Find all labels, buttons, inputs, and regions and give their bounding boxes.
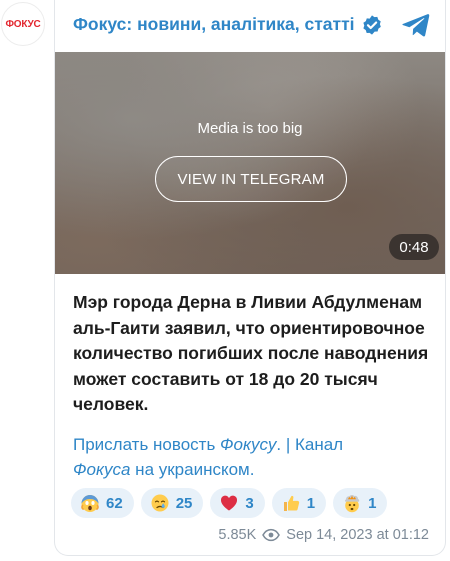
thumbs-up-icon (283, 495, 299, 511)
eye-icon (262, 528, 281, 542)
crying-face-icon (151, 494, 169, 512)
reaction-exploding-head[interactable]: 1 (333, 488, 388, 518)
scream-face-icon (81, 495, 99, 512)
post-meta: 5.85K Sep 14, 2023 at 01:12 (218, 526, 429, 544)
post-links: Прислать новость Фокусу. | Канал Фокуса … (73, 432, 433, 482)
reaction-count: 3 (245, 494, 254, 512)
reactions-bar: 62 25 3 1 1 (71, 488, 388, 518)
reaction-thumbs-up[interactable]: 1 (271, 488, 327, 518)
reaction-heart[interactable]: 3 (210, 488, 265, 518)
video-media[interactable]: Media is too big VIEW IN TELEGRAM 0:48 (55, 52, 445, 274)
reaction-count: 62 (106, 494, 123, 512)
post-header: Фокус: новини, аналітика, статті (55, 0, 445, 52)
reaction-count: 1 (306, 494, 316, 512)
exploding-head-icon (345, 495, 360, 513)
channel-title[interactable]: Фокус: новини, аналітика, статті (73, 14, 355, 35)
view-count: 5.85K (218, 527, 257, 543)
reaction-crying[interactable]: 25 (140, 488, 204, 518)
view-in-telegram-button[interactable]: VIEW IN TELEGRAM (155, 156, 347, 202)
media-too-big-note: Media is too big (197, 120, 303, 137)
post-date[interactable]: Sep 14, 2023 at 01:12 (286, 527, 429, 543)
avatar-logo-text: ФОКУС (5, 18, 41, 30)
reaction-scream[interactable]: 62 (71, 488, 134, 518)
post-card: Фокус: новини, аналітика, статті Media i… (54, 0, 446, 556)
post-text: Мэр города Дерна в Ливии Абдулменам аль-… (73, 292, 429, 414)
link-separator: | (281, 435, 295, 454)
red-heart-icon (221, 495, 238, 511)
reaction-count: 1 (368, 494, 377, 512)
reaction-count: 25 (175, 494, 193, 512)
send-news-link[interactable]: Прислать новость Фокусу. (73, 435, 281, 454)
video-duration-badge: 0:48 (389, 234, 439, 260)
channel-avatar[interactable]: ФОКУС (1, 2, 45, 46)
telegram-logo-icon[interactable] (401, 10, 431, 40)
verified-icon (363, 15, 381, 35)
